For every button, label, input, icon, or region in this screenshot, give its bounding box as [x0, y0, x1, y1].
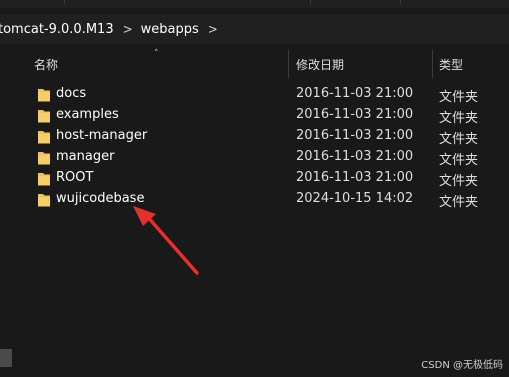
list-item[interactable]: examples 2016-11-03 21:00 文件夹 [20, 105, 509, 126]
file-name: examples [56, 107, 119, 122]
file-date: 2016-11-03 21:00 [296, 170, 414, 185]
file-name: host-manager [56, 128, 148, 143]
file-name: ROOT [56, 170, 94, 185]
file-name: manager [56, 149, 115, 164]
file-explorer-window: tomcat-9.0.0.M13 > webapps > ˄ 名称 修改日期 类… [0, 0, 509, 377]
column-divider[interactable] [288, 50, 289, 78]
folder-icon [38, 131, 50, 144]
address-bar[interactable]: tomcat-9.0.0.M13 > webapps > [0, 14, 509, 44]
file-name: wujicodebase [56, 191, 145, 206]
column-divider[interactable] [432, 50, 433, 78]
chevron-right-icon[interactable]: > [208, 21, 218, 36]
chevron-right-icon[interactable]: > [123, 21, 133, 36]
list-item[interactable]: wujicodebase 2024-10-15 14:02 文件夹 [20, 189, 509, 210]
folder-icon [38, 173, 50, 186]
folder-icon [38, 152, 50, 165]
file-date: 2024-10-15 14:02 [296, 191, 414, 206]
file-type: 文件夹 [439, 174, 479, 189]
file-name: docs [56, 86, 87, 101]
file-type: 文件夹 [439, 132, 479, 147]
navigation-pane-scrollbar[interactable] [0, 349, 12, 367]
top-strip-divider [310, 0, 311, 4]
breadcrumb-item-tomcat[interactable]: tomcat-9.0.0.M13 [0, 22, 114, 37]
sort-up-icon[interactable]: ˄ [154, 49, 159, 59]
breadcrumb-item-webapps[interactable]: webapps [141, 22, 199, 37]
file-date: 2016-11-03 21:00 [296, 149, 414, 164]
file-type: 文件夹 [439, 195, 479, 210]
file-type: 文件夹 [439, 111, 479, 126]
file-date: 2016-11-03 21:00 [296, 128, 414, 143]
list-item[interactable]: ROOT 2016-11-03 21:00 文件夹 [20, 168, 509, 189]
file-type: 文件夹 [439, 90, 479, 105]
column-header: ˄ 名称 修改日期 类型 [20, 48, 509, 80]
folder-icon [38, 110, 50, 123]
column-header-type[interactable]: 类型 [439, 48, 463, 80]
folder-icon [38, 194, 50, 207]
top-strip-divider [64, 0, 65, 4]
top-strip [0, 0, 509, 8]
file-list: docs 2016-11-03 21:00 文件夹 examples 2016-… [20, 84, 509, 210]
watermark: CSDN @无极低码 [421, 360, 503, 371]
file-date: 2016-11-03 21:00 [296, 86, 414, 101]
list-item[interactable]: manager 2016-11-03 21:00 文件夹 [20, 147, 509, 168]
file-type: 文件夹 [439, 153, 479, 168]
top-strip-divider [400, 0, 401, 4]
list-item[interactable]: host-manager 2016-11-03 21:00 文件夹 [20, 126, 509, 147]
column-header-name[interactable]: 名称 [34, 48, 58, 80]
navigation-pane[interactable] [0, 48, 14, 377]
file-date: 2016-11-03 21:00 [296, 107, 414, 122]
folder-icon [38, 89, 50, 102]
list-item[interactable]: docs 2016-11-03 21:00 文件夹 [20, 84, 509, 105]
column-header-date[interactable]: 修改日期 [296, 48, 344, 80]
